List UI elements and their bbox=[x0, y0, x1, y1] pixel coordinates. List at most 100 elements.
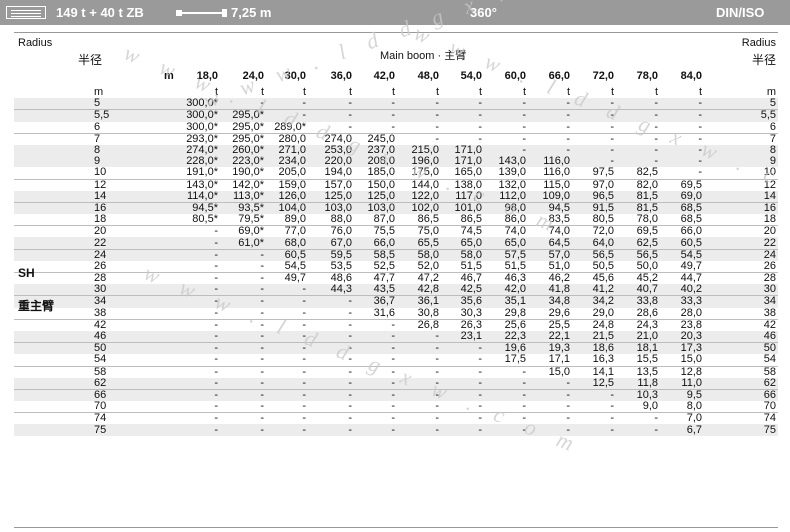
load-cell: 72,0 bbox=[572, 225, 616, 238]
radius-cell-right: 38 bbox=[763, 307, 776, 319]
load-cell: 171,0 bbox=[441, 156, 484, 168]
load-cell: - bbox=[397, 109, 441, 122]
table-row: 46- - - - - -23,1 22,3 22,1 21,5 21,0 20,3 46 bbox=[14, 330, 778, 343]
load-cell: 150,0 bbox=[354, 178, 397, 191]
table-row: 14 114,0* 113,0* 126,0 125,0 125,0 122,0 117,0 1… bbox=[14, 190, 778, 203]
radius-cell-right: 16 bbox=[704, 201, 778, 215]
load-cell: 22,3 bbox=[484, 330, 528, 343]
load-cell: - bbox=[478, 121, 482, 133]
load-cell: - bbox=[134, 272, 220, 285]
radius-cell: 5 bbox=[14, 98, 134, 110]
load-cell: 65,0 bbox=[484, 237, 528, 250]
radius-cell: 18 bbox=[94, 214, 107, 226]
load-cell: - bbox=[348, 121, 352, 133]
load-cell: - bbox=[484, 132, 528, 145]
boom-icon bbox=[176, 9, 227, 17]
load-cell: - bbox=[391, 354, 395, 366]
load-cell: - bbox=[478, 354, 482, 366]
load-cell: - bbox=[220, 318, 266, 331]
load-cell: t bbox=[260, 87, 264, 99]
load-cell: 69,5 bbox=[616, 225, 660, 238]
load-cell: - bbox=[441, 388, 484, 402]
load-cell: 16,3 bbox=[592, 354, 614, 366]
radius-label-left: Radius bbox=[18, 37, 53, 49]
load-cell: 28,0 bbox=[680, 307, 702, 319]
boom-length-row: m 18,0 24,0 30,0 36,0 42,0 48,0 54,0 60,0 66,0 72… bbox=[14, 69, 778, 85]
load-cell: - bbox=[441, 424, 484, 436]
load-cell: - bbox=[528, 412, 572, 425]
load-cell: - bbox=[397, 132, 441, 145]
radius-label-left-cn: 半径 bbox=[78, 53, 103, 67]
load-cell: 86,5 bbox=[460, 214, 482, 226]
load-cell: 80,5 bbox=[592, 214, 614, 226]
load-cell: 144,0 bbox=[397, 178, 441, 191]
load-cell: 97,5 bbox=[592, 167, 614, 179]
load-cell: 300,0* bbox=[134, 109, 220, 122]
load-cell: 56,5 bbox=[572, 248, 616, 261]
load-cell: 61,0* bbox=[220, 237, 266, 250]
load-cell: - bbox=[260, 307, 264, 319]
load-cell: 10,3 bbox=[616, 388, 660, 402]
load-cell: 82,5 bbox=[636, 167, 658, 179]
load-cell: 20,3 bbox=[660, 330, 704, 343]
config-label: 149 t + 40 t ZB bbox=[56, 5, 144, 20]
table-row: 66- - - - - - - - - -10,3 9,5 66 bbox=[14, 388, 778, 402]
load-cell: - bbox=[616, 132, 660, 145]
load-cell: 280,0 bbox=[266, 132, 308, 145]
load-cell: - bbox=[572, 424, 616, 436]
load-cell: - bbox=[698, 167, 702, 179]
load-cell: - bbox=[660, 109, 704, 122]
load-cell: t bbox=[654, 87, 658, 99]
load-cell: - bbox=[134, 365, 220, 378]
radius-cell-right: 20 bbox=[704, 225, 778, 238]
load-cell: - bbox=[528, 388, 572, 402]
load-cell: 36,1 bbox=[397, 295, 441, 308]
load-cell: - bbox=[397, 388, 441, 402]
load-cell: 52,5 bbox=[373, 260, 395, 272]
load-cell: 46,3 bbox=[484, 272, 528, 285]
load-cell: 112,0 bbox=[484, 190, 528, 203]
load-cell: - bbox=[266, 284, 308, 296]
load-cell: - bbox=[528, 109, 572, 122]
load-cell: 12,5 bbox=[572, 377, 616, 390]
boom-length-header: 54,0 bbox=[460, 70, 482, 82]
load-cell: 47,7 bbox=[354, 272, 397, 285]
load-cell: - bbox=[354, 98, 397, 110]
sh-label: SH bbox=[18, 266, 35, 280]
load-cell: 58,0 bbox=[397, 248, 441, 261]
load-cell: 58,5 bbox=[354, 248, 397, 261]
load-cell: - bbox=[134, 237, 220, 250]
load-cell: t bbox=[566, 87, 570, 99]
load-cell: 79,5* bbox=[238, 214, 264, 226]
load-cell: 117,0 bbox=[441, 190, 484, 203]
load-cell: 65,5 bbox=[397, 237, 441, 250]
load-cell: 56,5 bbox=[616, 248, 660, 261]
load-cell: 116,0 bbox=[543, 167, 570, 179]
load-cell: 289,0* bbox=[274, 121, 306, 133]
load-cell: - bbox=[528, 424, 572, 436]
load-cell: 122,0 bbox=[397, 190, 441, 203]
load-cell: 22,1 bbox=[528, 330, 572, 343]
load-cell: 271,0 bbox=[266, 144, 308, 157]
load-cell: 220,0 bbox=[308, 156, 354, 168]
menu-icon[interactable] bbox=[6, 6, 46, 19]
load-cell: - bbox=[528, 144, 572, 157]
load-cell: - bbox=[660, 156, 704, 168]
load-cell: 293,0* bbox=[134, 132, 220, 145]
load-cell: 49,7 bbox=[266, 272, 308, 285]
radius-cell-right: 7 bbox=[704, 132, 778, 145]
boom-length-header: 24,0 bbox=[242, 70, 264, 82]
load-cell: 138,0 bbox=[441, 178, 484, 191]
load-cell: 300,0* bbox=[134, 98, 220, 110]
load-cell: - bbox=[266, 109, 308, 122]
load-cell: 8,0 bbox=[686, 401, 702, 413]
table-row: 22-61,0* 68,0 67,0 66,0 65,5 65,0 65,0 64,5 64,0… bbox=[14, 237, 778, 250]
load-cell: - bbox=[134, 377, 220, 390]
load-cell: - bbox=[435, 401, 439, 413]
load-cell: 19,3 bbox=[528, 342, 572, 355]
load-cell: 78,0 bbox=[636, 214, 658, 226]
load-cell: 139,0 bbox=[498, 167, 526, 179]
radius-cell: 10 bbox=[94, 167, 107, 179]
load-cell: 205,0 bbox=[278, 167, 306, 179]
radius-cell: 24 bbox=[14, 248, 134, 261]
